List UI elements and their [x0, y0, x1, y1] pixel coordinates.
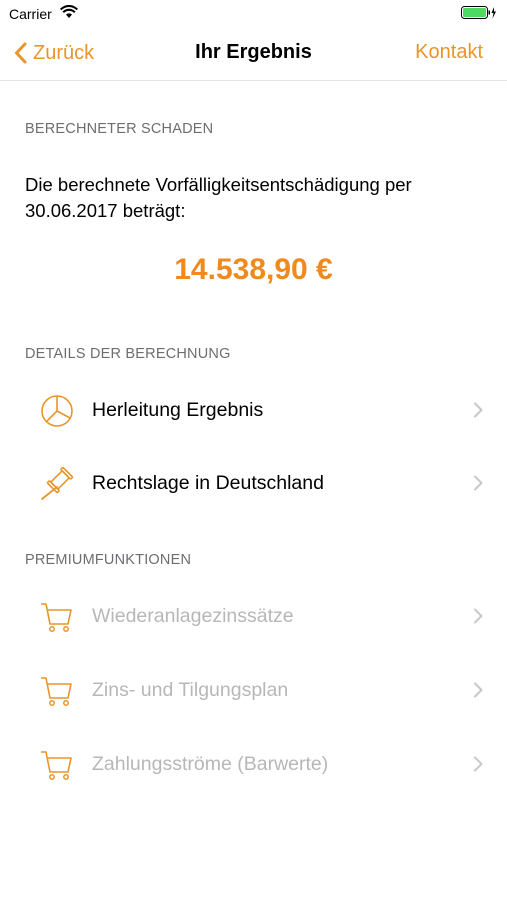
row-label: Herleitung Ergebnis — [92, 399, 264, 421]
pie-chart-icon — [40, 394, 74, 428]
contact-button[interactable]: Kontakt — [415, 41, 483, 64]
chevron-right-icon — [473, 608, 483, 629]
navigation-bar: Zurück Ihr Ergebnis Kontakt — [0, 28, 507, 81]
status-bar: Carrier — [0, 0, 507, 28]
section-header-result: BERECHNETER SCHADEN — [25, 121, 214, 137]
row-herleitung-ergebnis[interactable]: Herleitung Ergebnis — [0, 380, 507, 440]
row-label: Wiederanlagezinssätze — [92, 605, 294, 627]
wifi-icon — [60, 4, 78, 24]
row-label: Rechtslage in Deutschland — [92, 472, 324, 494]
result-amount: 14.538,90 € — [174, 253, 333, 286]
row-label: Zahlungsströme (Barwerte) — [92, 753, 329, 775]
row-label: Zins- und Tilgungsplan — [92, 679, 289, 701]
section-header-details: DETAILS DER BERECHNUNG — [25, 346, 231, 362]
row-zins-tilgungsplan[interactable]: Zins- und Tilgungsplan — [0, 660, 507, 720]
row-rechtslage-deutschland[interactable]: Rechtslage in Deutschland — [0, 453, 507, 513]
carrier-label: Carrier — [9, 6, 52, 22]
result-description: Die berechnete Vorfälligkeitsentschädigu… — [25, 174, 412, 221]
chevron-right-icon — [473, 756, 483, 777]
chevron-right-icon — [473, 402, 483, 423]
battery-icon — [461, 6, 497, 25]
cart-icon — [40, 674, 74, 708]
gavel-icon — [40, 466, 74, 501]
row-zahlungsstroeme[interactable]: Zahlungsströme (Barwerte) — [0, 734, 507, 794]
chevron-right-icon — [473, 475, 483, 496]
section-header-premium: PREMIUMFUNKTIONEN — [25, 552, 192, 568]
row-wiederanlagezinssaetze[interactable]: Wiederanlagezinssätze — [0, 586, 507, 646]
cart-icon — [40, 748, 74, 782]
chevron-right-icon — [473, 682, 483, 703]
result-content: BERECHNETER SCHADEN Die berechnete Vorfä… — [0, 81, 507, 900]
cart-icon — [40, 600, 74, 634]
